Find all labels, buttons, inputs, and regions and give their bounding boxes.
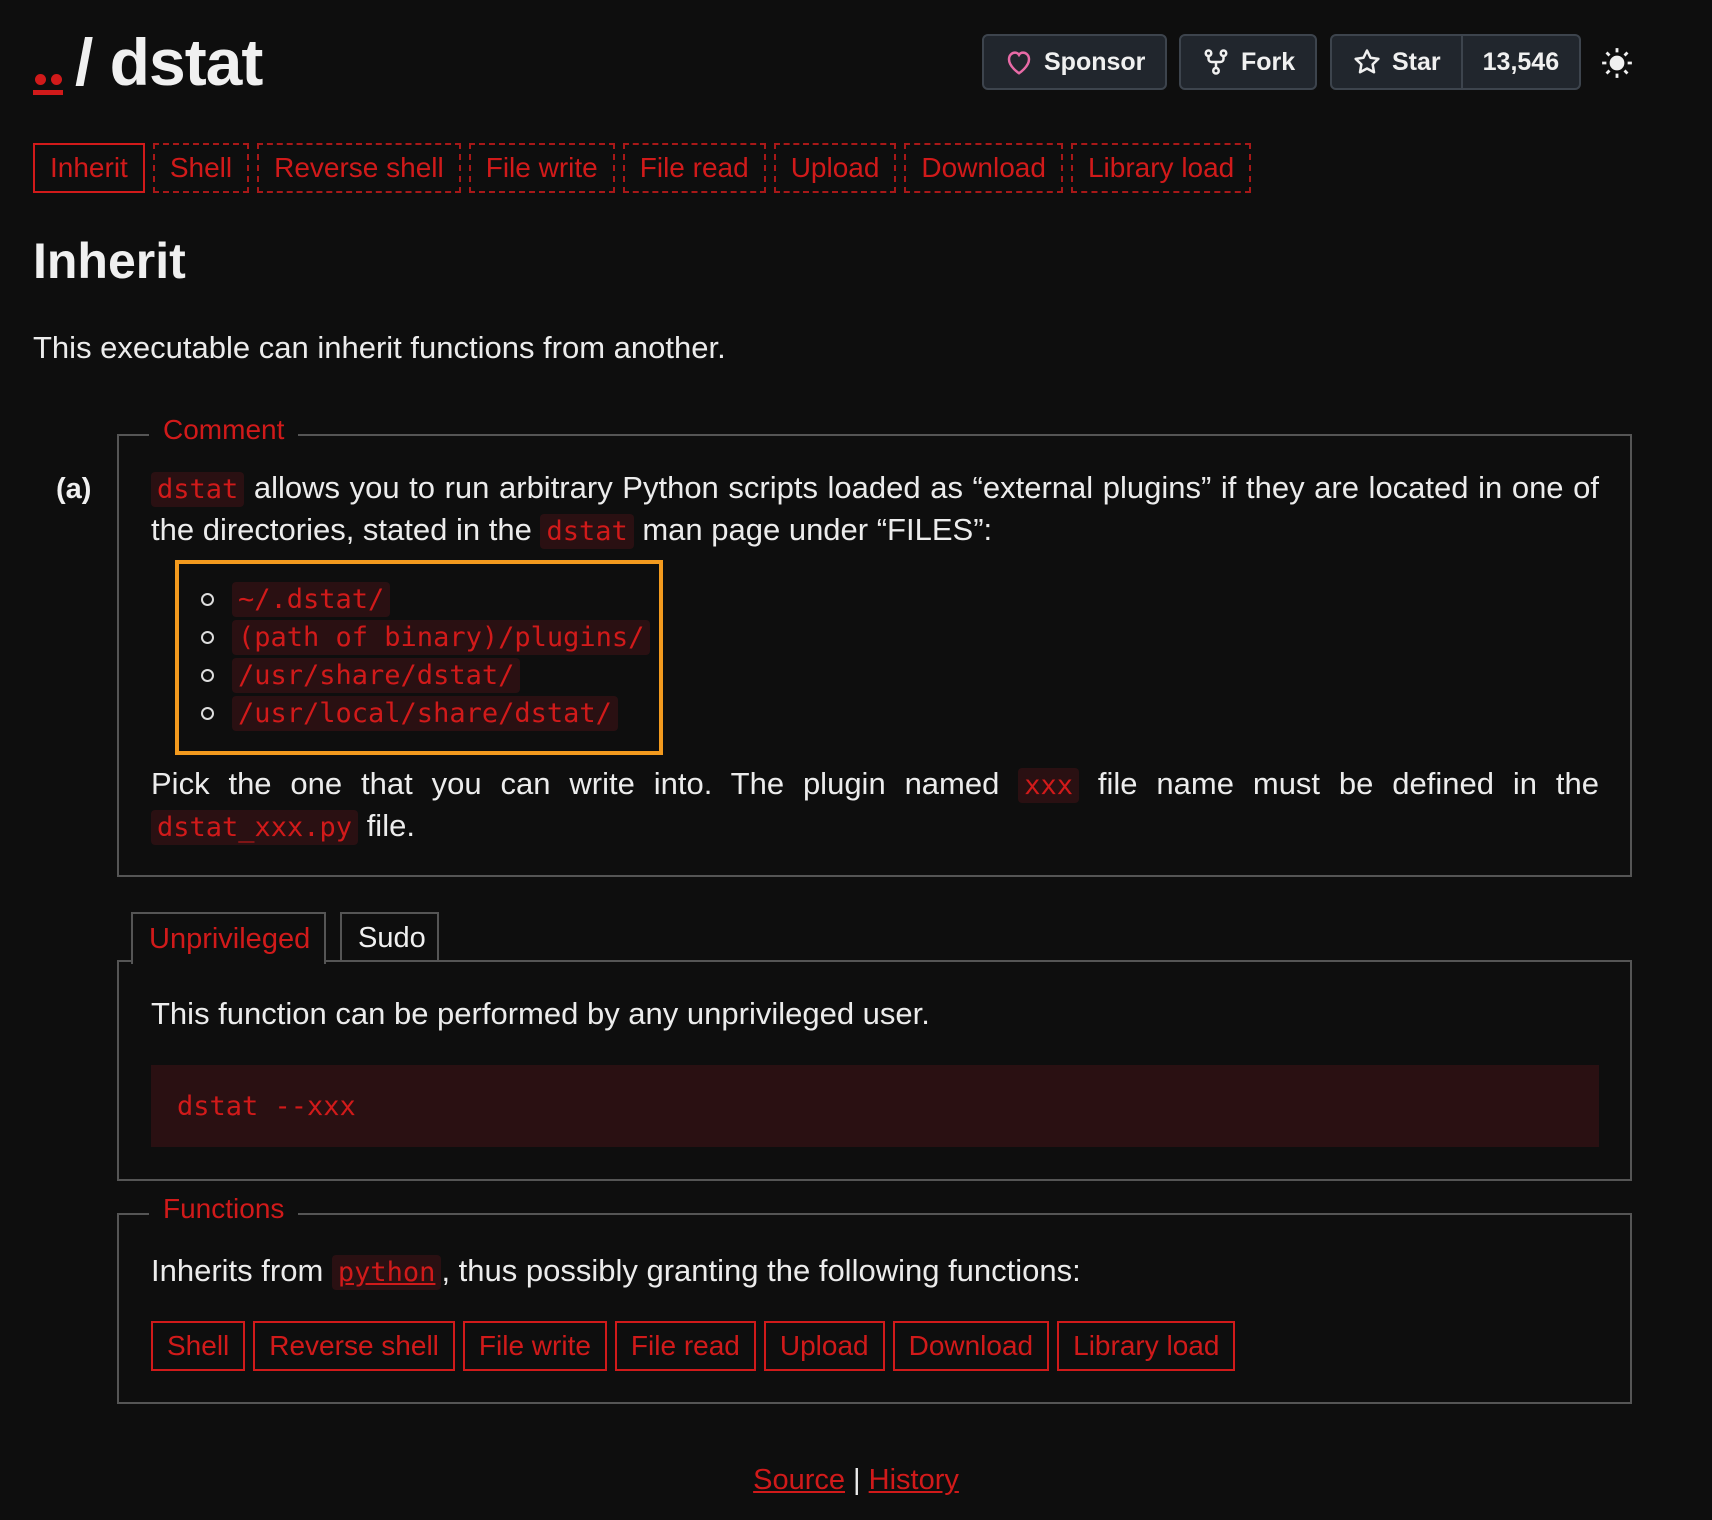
star-count[interactable]: 13,546: [1462, 34, 1582, 90]
comment-legend: Comment: [149, 414, 299, 446]
fn-tab-upload[interactable]: Upload: [773, 143, 897, 193]
section-title: Inherit: [33, 233, 186, 289]
footer: Source | History: [0, 1464, 1712, 1497]
sponsor-label: Sponsor: [1044, 47, 1146, 76]
star-icon: [1354, 49, 1380, 74]
comment-text: file name must be defined in the: [1079, 766, 1600, 801]
inline-code: xxx: [1018, 768, 1080, 803]
inline-code: dstat: [151, 472, 245, 507]
fn-tab-download[interactable]: Download: [904, 143, 1063, 193]
list-item: ~/.dstat/: [201, 580, 659, 618]
list-item: (path of binary)/plugins/: [201, 618, 659, 656]
theme-toggle-sun-icon[interactable]: [1600, 46, 1634, 80]
logo-icon: [33, 28, 65, 96]
fn-link-reverse-shell[interactable]: Reverse shell: [253, 1321, 455, 1371]
comment-fieldset: Comment dstat allows you to run arbitrar…: [117, 414, 1632, 877]
history-link[interactable]: History: [869, 1464, 959, 1496]
star-count-value: 13,546: [1482, 47, 1560, 76]
sponsor-button[interactable]: Sponsor: [982, 34, 1168, 90]
panel-description: This function can be performed by any un…: [151, 996, 930, 1031]
source-link[interactable]: Source: [753, 1464, 845, 1496]
python-link[interactable]: python: [331, 1255, 442, 1290]
comment-text: file.: [358, 808, 415, 843]
fn-tab-reverse-shell[interactable]: Reverse shell: [257, 143, 461, 193]
functions-text: Inherits from python, thus possibly gran…: [151, 1251, 1081, 1293]
directory-list: ~/.dstat/ (path of binary)/plugins/ /usr…: [201, 580, 659, 732]
fn-link-download[interactable]: Download: [892, 1321, 1050, 1371]
inline-code: dstat_xxx.py: [151, 810, 359, 845]
tab-sudo[interactable]: Sudo: [340, 912, 439, 962]
code-block: dstat --xxx: [151, 1065, 1599, 1147]
fn-link-file-write[interactable]: File write: [462, 1321, 607, 1371]
fn-tab-file-write[interactable]: File write: [468, 143, 615, 193]
directory-list-highlight: ~/.dstat/ (path of binary)/plugins/ /usr…: [175, 560, 663, 755]
unprivileged-panel: This function can be performed by any un…: [117, 960, 1632, 1181]
functions-legend: Functions: [149, 1193, 299, 1225]
tab-unprivileged[interactable]: Unprivileged: [131, 912, 326, 964]
inline-code: dstat: [540, 514, 634, 549]
fn-tab-library-load[interactable]: Library load: [1070, 143, 1252, 193]
directory-path: ~/.dstat/: [232, 581, 391, 617]
item-label: (a): [56, 473, 92, 505]
directory-path: /usr/local/share/dstat/: [232, 695, 618, 731]
directory-path: (path of binary)/plugins/: [232, 619, 651, 655]
comment-text: man page under “FILES”:: [633, 512, 993, 547]
list-item: /usr/local/share/dstat/: [201, 694, 659, 732]
section-description: This executable can inherit functions fr…: [33, 330, 726, 365]
comment-paragraph-2: Pick the one that you can write into. Th…: [151, 764, 1599, 848]
functions-fieldset: Functions Inherits from python, thus pos…: [117, 1193, 1632, 1404]
star-label: Star: [1392, 47, 1441, 76]
star-group: Star 13,546: [1330, 34, 1582, 90]
fn-link-upload[interactable]: Upload: [763, 1321, 885, 1371]
heart-icon: [1007, 51, 1031, 75]
comment-text: Pick the one that you can write into. Th…: [151, 766, 1019, 801]
site-logo[interactable]: / dstat: [33, 25, 263, 99]
functions-text-2: , thus possibly granting the following f…: [441, 1253, 1081, 1288]
fn-tab-shell[interactable]: Shell: [152, 143, 250, 193]
fn-tab-inherit[interactable]: Inherit: [33, 143, 145, 193]
fn-tab-file-read[interactable]: File read: [622, 143, 766, 193]
page-title: / dstat: [75, 25, 263, 99]
functions-text-1: Inherits from: [151, 1253, 332, 1288]
function-links: Shell Reverse shell File write File read…: [151, 1321, 1236, 1371]
function-tabs: Inherit Shell Reverse shell File write F…: [33, 143, 1252, 193]
fork-label: Fork: [1241, 47, 1296, 76]
footer-separator: |: [845, 1464, 869, 1496]
star-button[interactable]: Star: [1330, 34, 1463, 90]
list-item: /usr/share/dstat/: [201, 656, 659, 694]
fork-icon: [1204, 49, 1228, 75]
comment-paragraph-1: dstat allows you to run arbitrary Python…: [151, 468, 1599, 552]
fn-link-shell[interactable]: Shell: [151, 1321, 246, 1371]
fork-button[interactable]: Fork: [1179, 34, 1318, 90]
fn-link-library-load[interactable]: Library load: [1057, 1321, 1236, 1371]
fn-link-file-read[interactable]: File read: [614, 1321, 756, 1371]
directory-path: /usr/share/dstat/: [232, 657, 521, 693]
